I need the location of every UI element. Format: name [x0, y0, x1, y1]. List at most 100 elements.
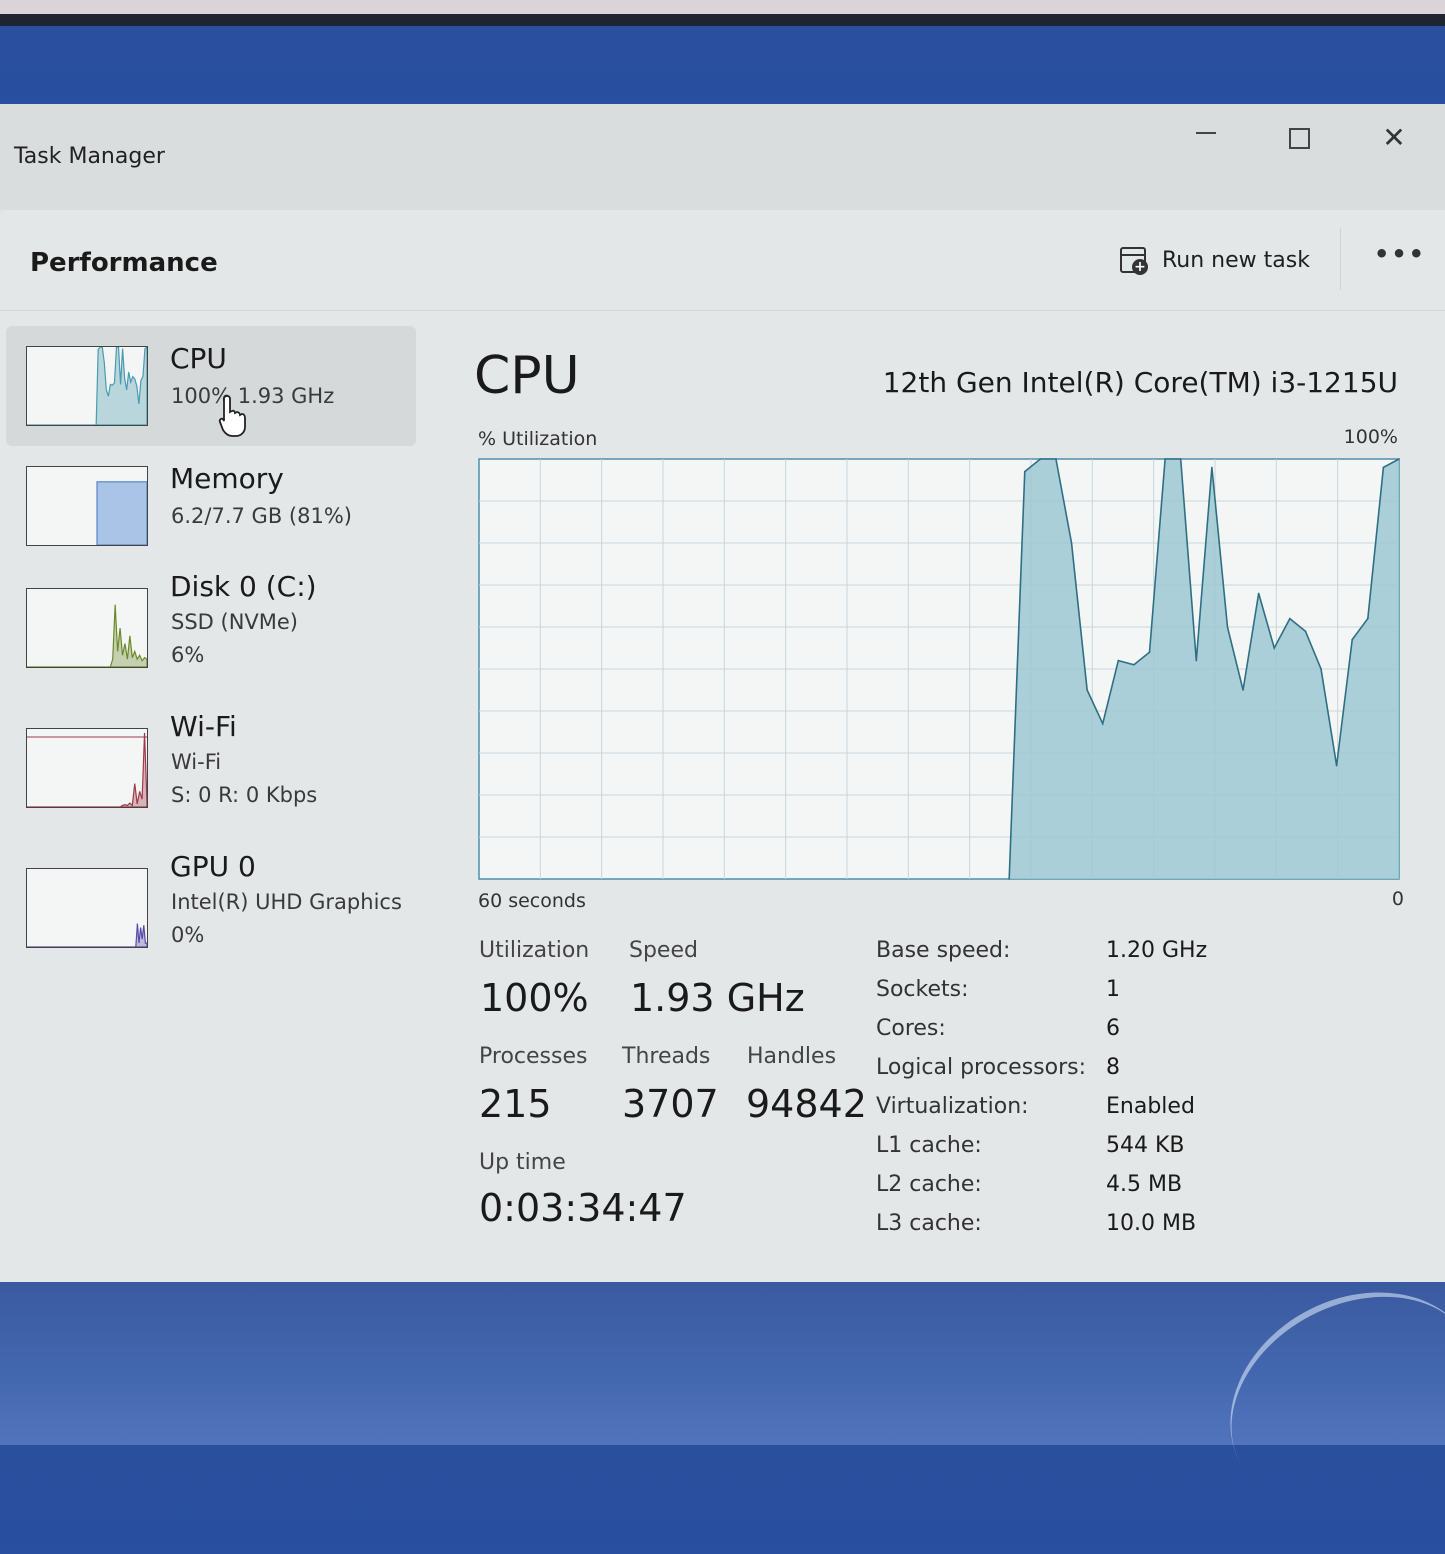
utilization-point: [1023, 470, 1026, 473]
spec-value: 1: [1106, 977, 1120, 1002]
sidebar-item-label: Wi-Fi: [170, 710, 237, 743]
run-new-task-button[interactable]: + Run new task: [1118, 240, 1310, 280]
task-manager-window: Task Manager ✕ Performance + Run new tas…: [0, 104, 1445, 1282]
spec-value: 544 KB: [1106, 1133, 1185, 1158]
thumbnail-line: [27, 604, 147, 667]
utilization-point: [1195, 659, 1198, 662]
utilization-point: [1164, 458, 1166, 460]
monitor-bezel-edge: [0, 0, 1445, 14]
spec-label: L2 cache:: [876, 1172, 982, 1197]
uptime-label: Up time: [479, 1150, 566, 1175]
page-title: Performance: [30, 248, 218, 278]
speed-value: 1.93 GHz: [630, 976, 805, 1020]
gpu-thumbnail-graph: [26, 868, 148, 948]
memory-usage-fill: [96, 481, 147, 545]
utilization-point: [1335, 764, 1338, 767]
sidebar-item-memory[interactable]: Memory 6.2/7.7 GB (81%): [6, 446, 416, 566]
utilization-point: [1351, 638, 1354, 641]
spec-label: Virtualization:: [876, 1094, 1029, 1119]
utilization-axis-label: % Utilization: [478, 428, 598, 450]
utilization-point: [1320, 668, 1322, 670]
sidebar-item-gpu[interactable]: GPU 0 Intel(R) UHD Graphics 0%: [6, 846, 416, 966]
minimize-button[interactable]: [1186, 118, 1226, 158]
utilization-point: [1289, 617, 1291, 620]
more-options-icon[interactable]: •••: [1374, 240, 1426, 268]
sidebar-item-detail: Intel(R) UHD Graphics: [171, 890, 402, 914]
cpu-utilization-graph: [478, 458, 1400, 880]
handles-label: Handles: [747, 1044, 837, 1069]
cpu-model-name: 12th Gen Intel(R) Core(TM) i3-1215U: [882, 366, 1398, 399]
spec-label: Cores:: [876, 1016, 946, 1041]
hand-cursor-icon: [218, 395, 246, 437]
detail-title: CPU: [474, 346, 580, 406]
page-header: Performance + Run new task •••: [0, 210, 1445, 311]
close-button[interactable]: ✕: [1374, 118, 1414, 158]
utilization-value: 100%: [480, 976, 589, 1020]
utilization-point: [1398, 458, 1400, 460]
sidebar-item-detail: 100% 1.93 GHz: [171, 384, 335, 408]
sidebar-item-label: Disk 0 (C:): [170, 570, 317, 603]
disk-thumbnail-graph: [26, 588, 148, 668]
utilization-point: [1008, 878, 1010, 880]
utilization-point: [1055, 458, 1057, 460]
utilization-label: Utilization: [479, 938, 590, 963]
sidebar-item-label: Memory: [170, 462, 284, 495]
spec-label: Base speed:: [876, 938, 1011, 963]
time-axis-end-label: 0: [1391, 888, 1404, 910]
handles-value: 94842: [746, 1082, 867, 1126]
thumbnail-line: [27, 923, 147, 947]
spec-value: 4.5 MB: [1106, 1172, 1183, 1197]
content-pane: Performance + Run new task ••• CPU 100% …: [0, 210, 1445, 1282]
thumbnail-line: [27, 732, 147, 807]
utilization-point: [1382, 466, 1385, 469]
utilization-point: [1070, 542, 1073, 544]
run-new-task-label: Run new task: [1162, 247, 1310, 273]
header-divider: [1340, 228, 1341, 290]
wallpaper-swirl: [1191, 1250, 1445, 1554]
spec-label: L3 cache:: [876, 1211, 982, 1236]
processes-label: Processes: [479, 1044, 588, 1069]
utilization-point: [1039, 458, 1042, 460]
utilization-point: [1086, 689, 1088, 691]
utilization-point: [1257, 592, 1260, 595]
maximize-button[interactable]: [1279, 118, 1319, 158]
utilization-point: [1211, 466, 1213, 469]
utilization-point: [1117, 659, 1120, 662]
spec-label: Sockets:: [876, 977, 969, 1002]
sidebar-item-detail-2: S: 0 R: 0 Kbps: [171, 783, 318, 807]
sidebar-item-detail: 6.2/7.7 GB (81%): [171, 504, 352, 528]
threads-label: Threads: [622, 1044, 711, 1069]
sidebar-item-cpu[interactable]: CPU 100% 1.93 GHz: [6, 326, 416, 446]
spec-value: Enabled: [1106, 1094, 1195, 1119]
threads-value: 3707: [622, 1082, 719, 1126]
wifi-thumbnail-graph: [26, 728, 148, 808]
speed-label: Speed: [629, 938, 698, 963]
utilization-point: [1101, 722, 1104, 725]
close-icon: ✕: [1382, 121, 1406, 154]
sidebar-item-disk[interactable]: Disk 0 (C:) SSD (NVMe) 6%: [6, 566, 416, 686]
processes-value: 215: [479, 1082, 552, 1126]
run-task-icon: +: [1118, 245, 1148, 275]
spec-label: Logical processors:: [876, 1055, 1087, 1080]
sidebar-item-wifi[interactable]: Wi-Fi Wi-Fi S: 0 R: 0 Kbps: [6, 706, 416, 826]
spec-value: 1.20 GHz: [1106, 938, 1208, 963]
title-bar[interactable]: Task Manager ✕: [0, 104, 1445, 210]
sidebar-item-detail-2: 6%: [171, 643, 205, 667]
sidebar-item-label: GPU 0: [170, 850, 256, 883]
utilization-point: [1242, 689, 1244, 691]
cpu-thumbnail-graph: [26, 346, 148, 426]
spec-value: 8: [1106, 1055, 1120, 1080]
utilization-point: [1179, 458, 1182, 460]
minimize-icon: [1196, 132, 1216, 134]
sidebar-item-detail-2: 0%: [171, 923, 205, 947]
sidebar-item-detail: Wi-Fi: [171, 750, 222, 774]
thumbnail-line: [27, 347, 147, 425]
utilization-point: [1304, 630, 1307, 632]
sidebar-item-label: CPU: [170, 342, 227, 375]
utilization-point: [1367, 617, 1369, 620]
utilization-point: [1133, 664, 1135, 666]
time-axis-start-label: 60 seconds: [478, 890, 586, 912]
utilization-point: [1226, 626, 1229, 628]
utilization-point: [1273, 647, 1276, 649]
utilization-point: [1148, 651, 1151, 653]
